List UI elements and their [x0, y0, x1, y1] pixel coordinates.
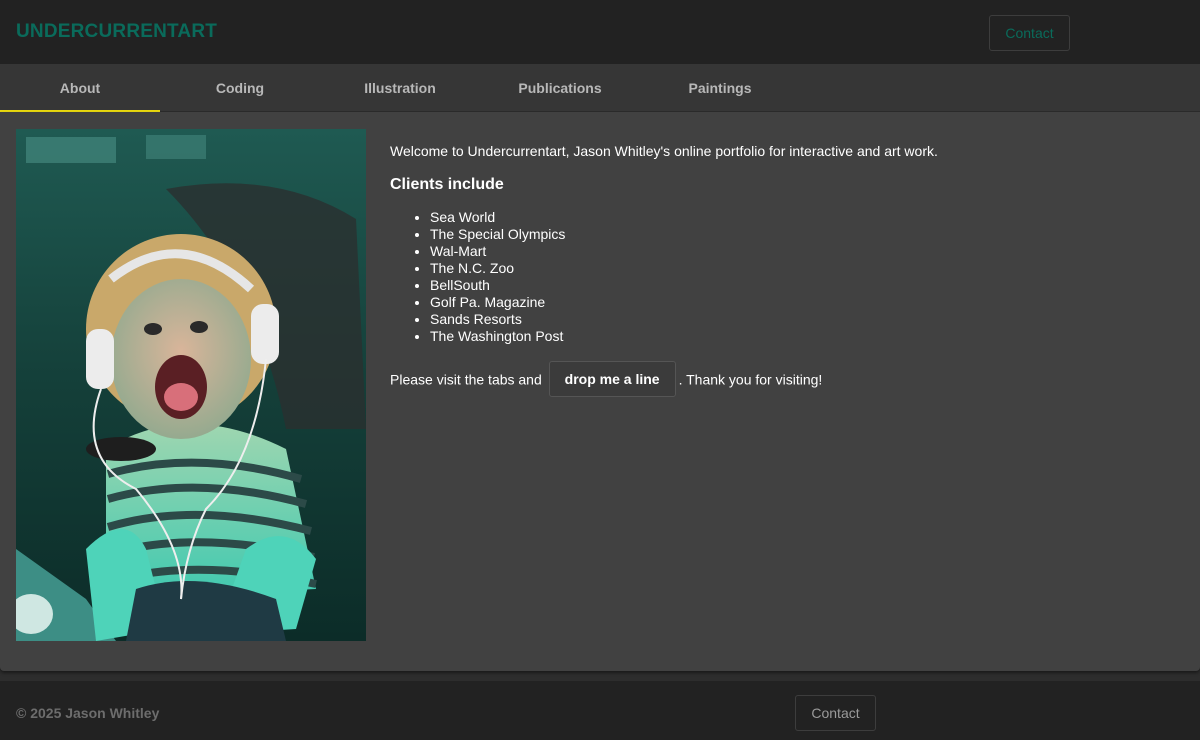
client-item: Golf Pa. Magazine	[430, 294, 1180, 311]
client-item: Sands Resorts	[430, 311, 1180, 328]
about-card: Welcome to Undercurrentart, Jason Whitle…	[0, 112, 1200, 671]
footer-contact-button[interactable]: Contact	[795, 695, 876, 731]
tab-about[interactable]: About	[0, 64, 160, 112]
footer: © 2025 Jason Whitley Contact	[0, 681, 1200, 740]
clients-heading: Clients include	[390, 176, 504, 193]
top-app-bar: UNDERCURRENTART Contact	[0, 0, 1200, 64]
client-item: The Special Olympics	[430, 226, 1180, 243]
tab-coding[interactable]: Coding	[160, 64, 320, 112]
client-item: BellSouth	[430, 277, 1180, 294]
tab-publications[interactable]: Publications	[480, 64, 640, 112]
client-item: Sea World	[430, 209, 1180, 226]
client-item: The Washington Post	[430, 328, 1180, 345]
client-item: Wal-Mart	[430, 243, 1180, 260]
tab-paintings[interactable]: Paintings	[640, 64, 800, 112]
tab-bar: About Coding Illustration Publications P…	[0, 64, 1200, 112]
client-item: The N.C. Zoo	[430, 260, 1180, 277]
tab-illustration[interactable]: Illustration	[320, 64, 480, 112]
about-content: Welcome to Undercurrentart, Jason Whitle…	[390, 143, 1180, 398]
drop-me-a-line-button[interactable]: drop me a line	[548, 361, 676, 398]
intro-text: Welcome to Undercurrentart, Jason Whitle…	[390, 143, 938, 159]
clients-list: Sea World The Special Olympics Wal-Mart …	[390, 209, 1180, 345]
closing-text-end: . Thank you for visiting!	[678, 371, 823, 388]
portrait-photo	[16, 129, 366, 641]
header-contact-button[interactable]: Contact	[989, 15, 1070, 51]
site-brand[interactable]: UNDERCURRENTART	[16, 21, 217, 43]
closing-text: Please visit the tabs and drop me a line…	[390, 360, 1180, 398]
copyright-text: © 2025 Jason Whitley	[16, 705, 160, 721]
closing-text-start: Please visit the tabs and	[390, 371, 542, 388]
